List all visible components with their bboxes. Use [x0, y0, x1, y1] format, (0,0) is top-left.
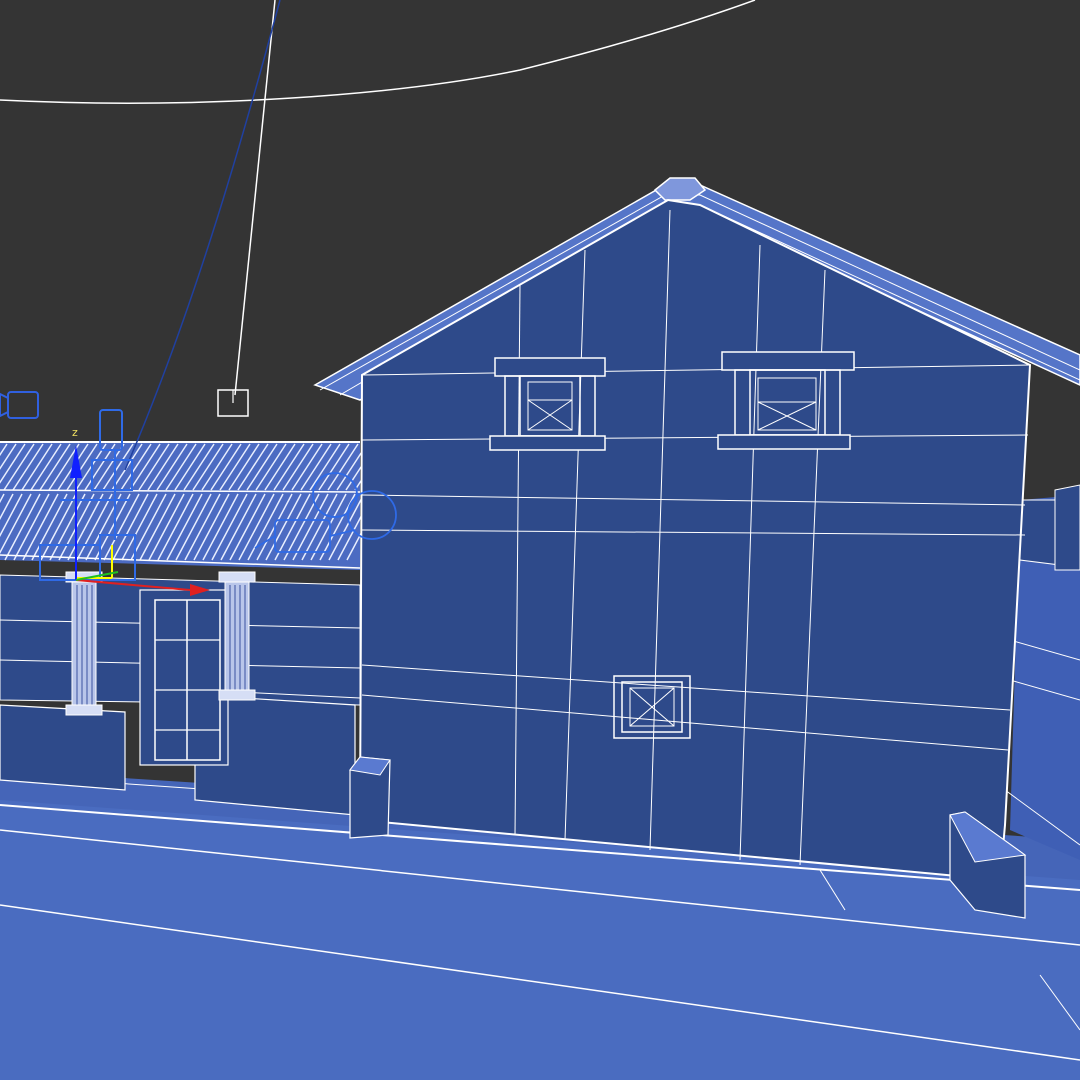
3d-viewport[interactable]: z — [0, 0, 1080, 1080]
gizmo-z-label: z — [72, 426, 78, 439]
corner-block-left[interactable] — [349, 756, 391, 839]
helper-box-icon[interactable] — [217, 389, 249, 417]
camera-icon[interactable] — [0, 391, 39, 419]
wireframe-scene[interactable]: z — [0, 0, 1080, 1080]
gate-door[interactable] — [139, 589, 229, 766]
